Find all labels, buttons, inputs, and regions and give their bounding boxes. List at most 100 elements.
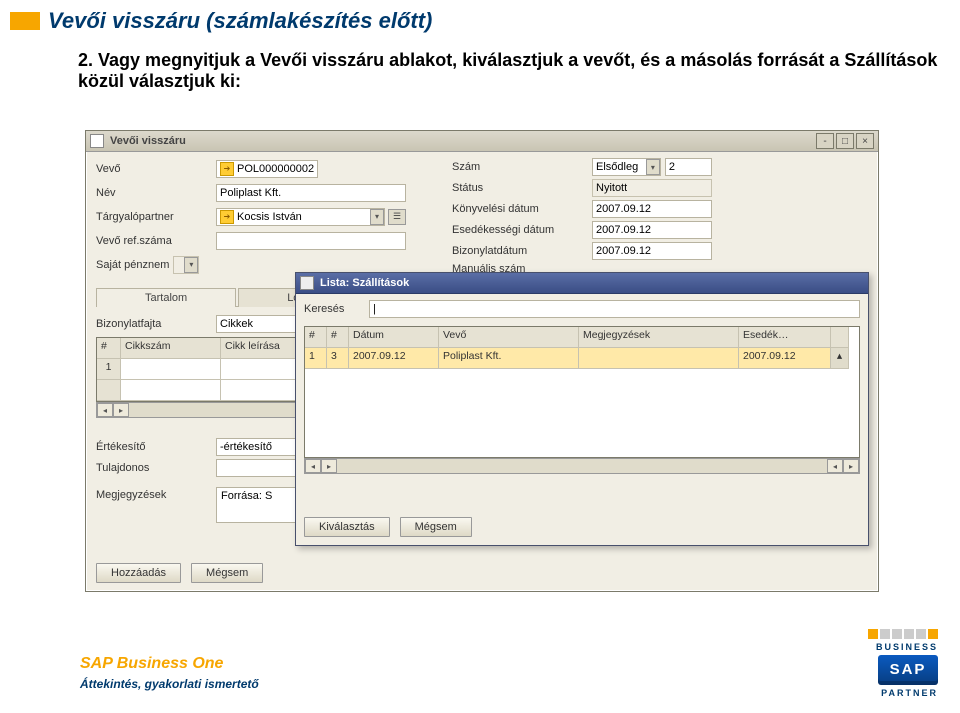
field-bizonylatdatum[interactable]: 2007.09.12 (592, 242, 712, 260)
label-megjegyzesek: Megjegyzések (96, 487, 216, 501)
logo-text-business: BUSINESS (876, 641, 938, 653)
value-nev: Poliplast Kft. (220, 187, 281, 199)
field-vevo[interactable]: ➔ POL000000002 (216, 160, 318, 178)
select-button[interactable]: Kiválasztás (304, 517, 390, 537)
maximize-button[interactable]: □ (836, 133, 854, 149)
cell-megjegyzesek (579, 348, 739, 369)
field-ref[interactable] (216, 232, 406, 250)
pcol-esedek[interactable]: Esedék… (739, 327, 831, 348)
label-kereses: Keresés (304, 303, 359, 315)
scroll-left-button[interactable]: ◂ (305, 459, 321, 473)
value-szam-mode: Elsődleg (596, 161, 638, 173)
link-arrow-icon[interactable]: ➔ (220, 210, 234, 224)
combo-dropdown-icon[interactable]: ▾ (646, 159, 660, 175)
titlebar[interactable]: Vevői visszáru - □ × (86, 131, 878, 152)
pcol-datum[interactable]: Dátum (349, 327, 439, 348)
col-cikkszam[interactable]: Cikkszám (121, 338, 221, 359)
main-form: Vevő ➔ POL000000002 Név Poliplast Kft. T… (86, 152, 878, 277)
label-ref: Vevő ref.száma (96, 235, 216, 247)
pcol-megjegyzesek[interactable]: Megjegyzések (579, 327, 739, 348)
slide-body-text: 2. Vagy megnyitjuk a Vevői visszáru abla… (78, 50, 960, 92)
popup-titlebar[interactable]: Lista: Szállítások (296, 273, 868, 294)
body-text: Vagy megnyitjuk a Vevői visszáru ablakot… (78, 50, 937, 91)
popup-title: Lista: Szállítások (320, 277, 409, 289)
cell-id: 3 (327, 348, 349, 369)
value-ertekesito: -értékesítő (220, 441, 272, 453)
field-status: Nyitott (592, 179, 712, 197)
scroll-up-button[interactable]: ▴ (831, 348, 849, 369)
scroll-left-end-button[interactable]: ◂ (827, 459, 843, 473)
col-hash[interactable]: # (97, 338, 121, 359)
cancel-button[interactable]: Mégsem (191, 563, 263, 583)
pcol-vevo[interactable]: Vevő (439, 327, 579, 348)
window-title: Vevői visszáru (110, 135, 186, 147)
value-targyalopartner: Kocsis István (237, 211, 302, 223)
main-actions: Hozzáadás Mégsem (96, 563, 263, 583)
value-bizonylatfajta: Cikkek (220, 318, 253, 330)
label-konyvelesi-datum: Könyvelési dátum (452, 203, 592, 215)
field-esedekessegi-datum[interactable]: 2007.09.12 (592, 221, 712, 239)
row-number: 1 (97, 359, 121, 380)
logo-area: BUSINESS SAP PARTNER (868, 629, 938, 699)
popup-table-body-empty (305, 369, 859, 457)
form-right-column: Szám Elsődleg ▾ 2 Státus Nyitott Könyvel… (452, 158, 712, 275)
popup-body: Keresés | # # Dátum Vevő Megjegyzések Es… (296, 294, 868, 480)
window-icon (90, 134, 104, 148)
choose-from-list-button[interactable]: ☰ (388, 209, 406, 225)
pcol-1[interactable]: # (305, 327, 327, 348)
cell-esedek: 2007.09.12 (739, 348, 831, 369)
scroll-left-button[interactable]: ◂ (97, 403, 113, 417)
sap-logo-small: SAP (878, 655, 938, 685)
business-partner-logo: BUSINESS SAP PARTNER (868, 629, 938, 699)
search-row: Keresés | (304, 300, 860, 318)
label-ertekesito: Értékesítő (96, 441, 216, 453)
close-button[interactable]: × (856, 133, 874, 149)
label-esedekessegi-datum: Esedékességi dátum (452, 224, 592, 236)
slide-title: Vevői visszáru (számlakészítés előtt) (48, 8, 432, 34)
combo-dropdown-icon[interactable]: ▾ (370, 209, 384, 225)
label-bizonylatfajta: Bizonylatfajta (96, 318, 216, 330)
label-vevo: Vevő (96, 163, 216, 175)
label-szam: Szám (452, 161, 592, 173)
scroll-right-button[interactable]: ▸ (321, 459, 337, 473)
minimize-button[interactable]: - (816, 133, 834, 149)
scroll-right-button[interactable]: ▸ (113, 403, 129, 417)
label-targyalopartner: Tárgyalópartner (96, 211, 216, 223)
add-button[interactable]: Hozzáadás (96, 563, 181, 583)
value-bizonylatdatum: 2007.09.12 (596, 245, 651, 257)
value-megjegyzesek: Forrása: S (221, 490, 272, 502)
popup-actions: Kiválasztás Mégsem (304, 517, 472, 537)
value-esedekessegi-datum: 2007.09.12 (596, 224, 651, 236)
field-nev[interactable]: Poliplast Kft. (216, 184, 406, 202)
cancel-button[interactable]: Mégsem (400, 517, 472, 537)
cell-rownum: 1 (305, 348, 327, 369)
popup-lista-szallitasok: Lista: Szállítások Keresés | # # Dátum V… (295, 272, 869, 546)
accent-block-icon (10, 12, 40, 30)
slide-footer: SAP Business One Áttekintés, gyakorlati … (80, 655, 259, 691)
popup-horizontal-scrollbar[interactable]: ◂ ▸ ◂ ▸ (304, 458, 860, 474)
link-arrow-icon[interactable]: ➔ (220, 162, 234, 176)
form-left-column: Vevő ➔ POL000000002 Név Poliplast Kft. T… (96, 158, 406, 275)
cell-datum: 2007.09.12 (349, 348, 439, 369)
table-row[interactable]: 1 3 2007.09.12 Poliplast Kft. 2007.09.12… (305, 348, 859, 369)
value-konyvelesi-datum: 2007.09.12 (596, 203, 651, 215)
currency-selector[interactable]: ▾ (173, 256, 199, 274)
value-szam: 2 (669, 161, 675, 173)
pcol-2[interactable]: # (327, 327, 349, 348)
popup-table[interactable]: # # Dátum Vevő Megjegyzések Esedék… 1 3 … (304, 326, 860, 458)
cell-vevo: Poliplast Kft. (439, 348, 579, 369)
field-konyvelesi-datum[interactable]: 2007.09.12 (592, 200, 712, 218)
list-number: 2. (78, 50, 93, 70)
scroll-right-end-button[interactable]: ▸ (843, 459, 859, 473)
label-nev: Név (96, 187, 216, 199)
popup-table-header: # # Dátum Vevő Megjegyzések Esedék… (305, 327, 859, 348)
search-input[interactable]: | (369, 300, 860, 318)
window-icon (300, 276, 314, 290)
combo-dropdown-icon[interactable]: ▾ (184, 257, 198, 273)
tab-tartalom[interactable]: Tartalom (96, 288, 236, 307)
field-targyalopartner[interactable]: ➔ Kocsis István ▾ (216, 208, 385, 226)
field-szam-mode[interactable]: Elsődleg ▾ (592, 158, 661, 176)
field-szam[interactable]: 2 (665, 158, 712, 176)
value-vevo: POL000000002 (237, 163, 314, 175)
label-bizonylatdatum: Bizonylatdátum (452, 245, 592, 257)
